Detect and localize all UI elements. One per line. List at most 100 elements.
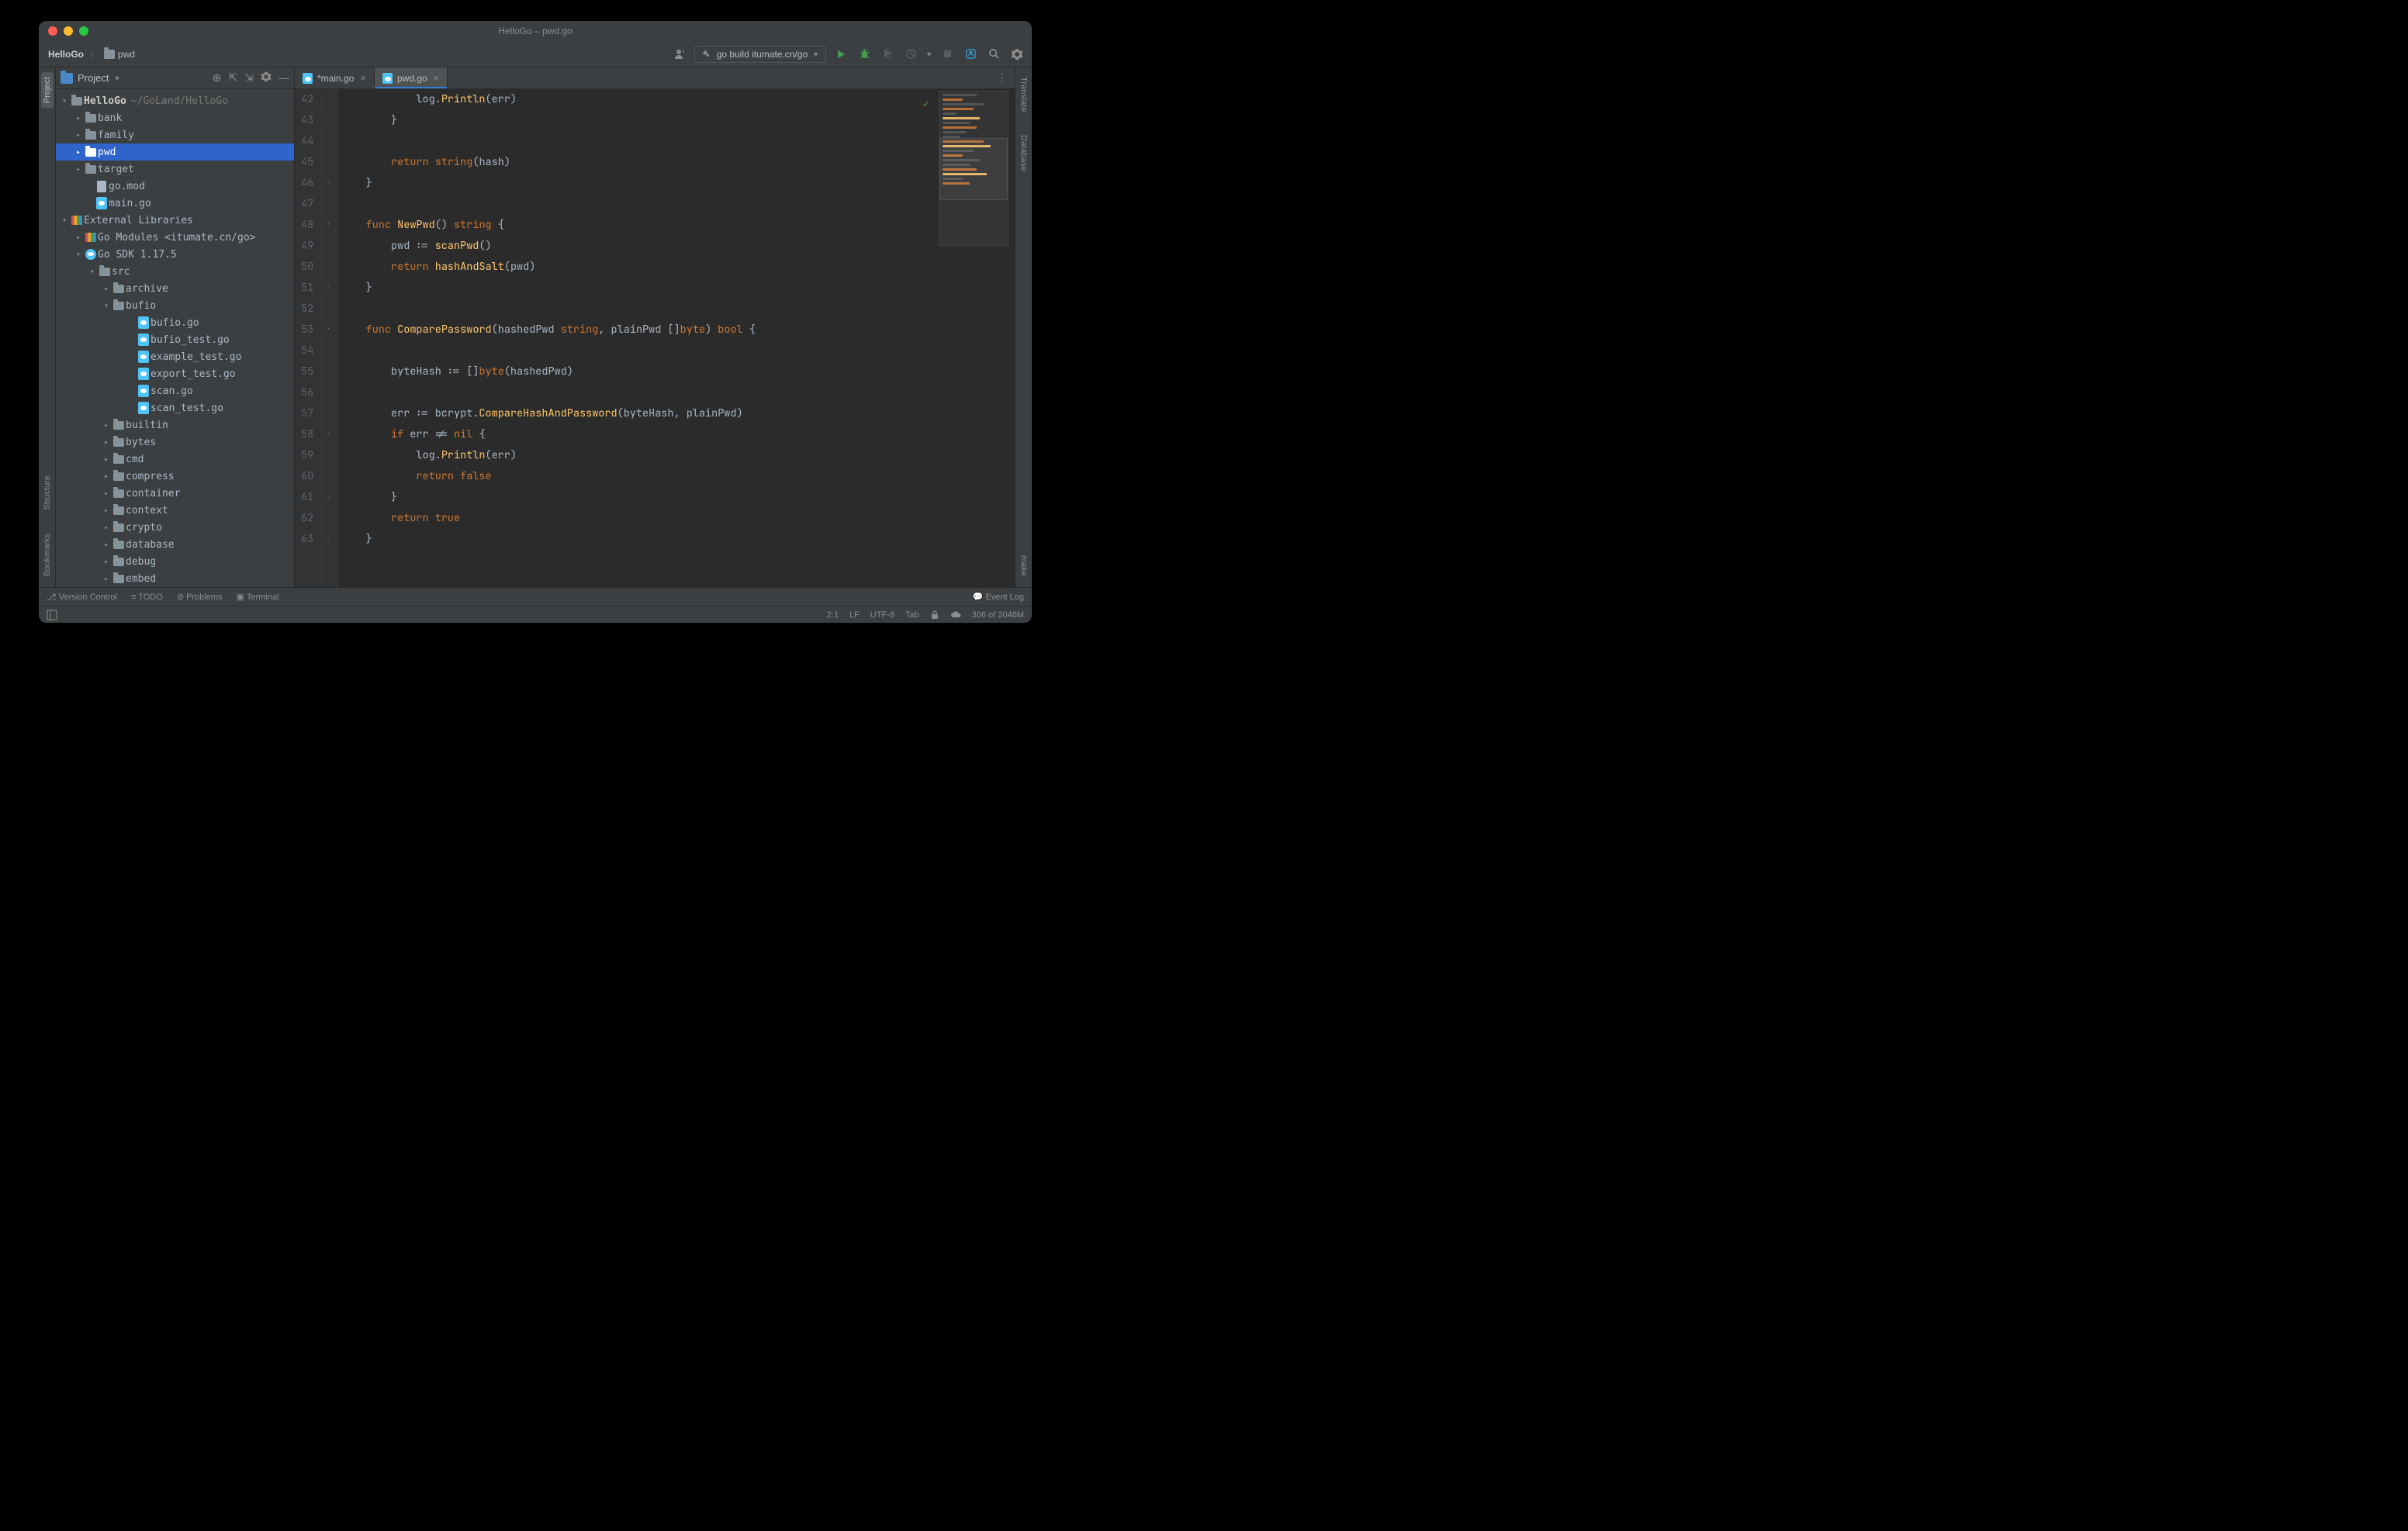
tool-bookmarks[interactable]: Bookmarks <box>41 529 54 581</box>
tree-node[interactable]: ▸Go Modules <itumate.cn/go> <box>56 229 294 246</box>
library-icon <box>71 216 82 225</box>
go-file-icon <box>96 197 107 209</box>
status-line-ending[interactable]: LF <box>849 610 860 620</box>
line-gutter: 4243444546474849505152535455565758596061… <box>295 89 323 587</box>
minimap[interactable] <box>939 91 1009 246</box>
tree-node-extlib[interactable]: ▾External Libraries <box>56 212 294 229</box>
tree-node[interactable]: ▾Go SDK 1.17.5 <box>56 246 294 263</box>
run-config-selector[interactable]: go build itumate.cn/go ▼ <box>694 46 826 63</box>
gear-icon[interactable] <box>261 71 272 85</box>
status-encoding[interactable]: UTF-8 <box>870 610 894 620</box>
tab-more-icon[interactable]: ⋮ <box>989 67 1015 88</box>
fold-gutter[interactable]: ▵▵▾▵▾▾▵▵ <box>323 89 337 587</box>
tree-node[interactable]: ▸bank <box>56 109 294 126</box>
tree-node-file[interactable]: main.go <box>56 195 294 212</box>
coverage-button[interactable] <box>879 46 896 63</box>
code-body[interactable]: log.Println(err) } return string(hash) }… <box>337 89 1015 587</box>
hide-icon[interactable]: — <box>279 71 289 85</box>
tool-terminal[interactable]: ▣ Terminal <box>237 592 279 602</box>
user-menu-button[interactable] <box>671 46 688 63</box>
chevron-down-icon[interactable]: ▼ <box>925 50 932 58</box>
tool-structure[interactable]: Structure <box>41 471 54 515</box>
tree-node-file[interactable]: scan.go <box>56 382 294 399</box>
tree-node[interactable]: ▸archive <box>56 280 294 297</box>
project-tree[interactable]: ▾HelloGo~/GoLand/HelloGo ▸bank ▸family ▸… <box>56 89 294 587</box>
tree-node-file[interactable]: export_test.go <box>56 365 294 382</box>
tree-node[interactable]: ▸container <box>56 485 294 502</box>
tree-node[interactable]: ▸database <box>56 536 294 553</box>
minimize-icon[interactable] <box>64 26 73 36</box>
breadcrumb-folder[interactable]: pwd <box>101 47 138 61</box>
stop-button[interactable] <box>939 46 956 63</box>
tree-node-selected[interactable]: ▸pwd <box>56 143 294 161</box>
debug-button[interactable] <box>856 46 873 63</box>
tree-node[interactable]: ▸crypto <box>56 519 294 536</box>
tree-node-root[interactable]: ▾HelloGo~/GoLand/HelloGo <box>56 92 294 109</box>
tool-make[interactable]: make <box>1018 551 1030 581</box>
tab-pwd-go[interactable]: pwd.go × <box>375 67 448 88</box>
status-cursor[interactable]: 2:1 <box>827 610 839 620</box>
tool-problems[interactable]: ⊘ Problems <box>177 592 223 602</box>
tree-node[interactable]: ▾src <box>56 263 294 280</box>
run-button[interactable] <box>832 46 849 63</box>
tool-translate[interactable]: Translate <box>1018 72 1030 116</box>
window-controls <box>48 26 88 36</box>
tree-node[interactable]: ▾bufio <box>56 297 294 314</box>
folder-icon <box>113 489 124 498</box>
tool-eventlog[interactable]: 💬 Event Log <box>973 592 1024 602</box>
tab-main-go[interactable]: *main.go × <box>295 67 375 88</box>
toggle-toolwin-icon[interactable] <box>47 610 57 620</box>
hammer-icon <box>701 49 712 60</box>
close-icon[interactable]: × <box>434 72 440 84</box>
tree-node[interactable]: ▸debug <box>56 553 294 570</box>
folder-icon <box>113 302 124 310</box>
status-memory[interactable]: 306 of 2048M <box>972 610 1024 620</box>
tree-node[interactable]: ▸target <box>56 161 294 178</box>
cloud-icon[interactable] <box>950 610 961 620</box>
tool-vcs[interactable]: ⎇ Version Control <box>47 592 117 602</box>
folder-icon <box>104 50 115 59</box>
tool-project[interactable]: Project <box>41 72 54 108</box>
tree-node-file[interactable]: scan_test.go <box>56 399 294 416</box>
tree-node[interactable]: ▸cmd <box>56 451 294 468</box>
lock-icon[interactable] <box>930 610 939 620</box>
tree-node-file[interactable]: go.mod <box>56 178 294 195</box>
folder-icon <box>113 524 124 532</box>
folder-icon <box>113 438 124 447</box>
tree-node[interactable]: ▸embed <box>56 570 294 587</box>
tree-node-file[interactable]: example_test.go <box>56 348 294 365</box>
sidebar-title[interactable]: Project <box>78 72 109 84</box>
tree-node[interactable]: ▸compress <box>56 468 294 485</box>
breadcrumb-project[interactable]: HelloGo <box>45 47 87 61</box>
close-icon[interactable]: × <box>360 72 366 84</box>
tree-node[interactable]: ▸context <box>56 502 294 519</box>
select-file-icon[interactable]: ⊕ <box>213 71 222 85</box>
tool-window-bar: ⎇ Version Control ≡ TODO ⊘ Problems ▣ Te… <box>39 587 1032 606</box>
tool-database[interactable]: Database <box>1018 130 1030 176</box>
tree-node[interactable]: ▸family <box>56 126 294 143</box>
main-toolbar: HelloGo pwd go build itumate.cn/go ▼ <box>39 41 1032 67</box>
search-button[interactable] <box>985 46 1002 63</box>
status-indent[interactable]: Tab <box>905 610 919 620</box>
folder-icon <box>113 541 124 549</box>
chevron-down-icon[interactable]: ▼ <box>113 74 120 82</box>
code-with-me-button[interactable] <box>962 46 979 63</box>
code-editor[interactable]: 4243444546474849505152535455565758596061… <box>295 89 1015 587</box>
breadcrumb[interactable]: HelloGo pwd <box>45 47 138 61</box>
tree-node-file[interactable]: bufio_test.go <box>56 331 294 348</box>
sidebar-header: Project ▼ ⊕ ⇱ ⇲ — <box>56 67 294 89</box>
zoom-icon[interactable] <box>79 26 88 36</box>
editor: *main.go × pwd.go × ⋮ 424344454647484950… <box>295 67 1015 587</box>
folder-icon <box>113 472 124 481</box>
tree-node[interactable]: ▸builtin <box>56 416 294 434</box>
expand-all-icon[interactable]: ⇱ <box>229 71 238 85</box>
tool-todo[interactable]: ≡ TODO <box>131 593 163 602</box>
folder-icon <box>85 114 96 123</box>
settings-button[interactable] <box>1009 46 1026 63</box>
go-file-icon <box>138 368 149 380</box>
collapse-all-icon[interactable]: ⇲ <box>244 71 254 85</box>
profile-button[interactable] <box>902 46 919 63</box>
close-icon[interactable] <box>48 26 57 36</box>
tree-node[interactable]: ▸bytes <box>56 434 294 451</box>
tree-node-file[interactable]: bufio.go <box>56 314 294 331</box>
